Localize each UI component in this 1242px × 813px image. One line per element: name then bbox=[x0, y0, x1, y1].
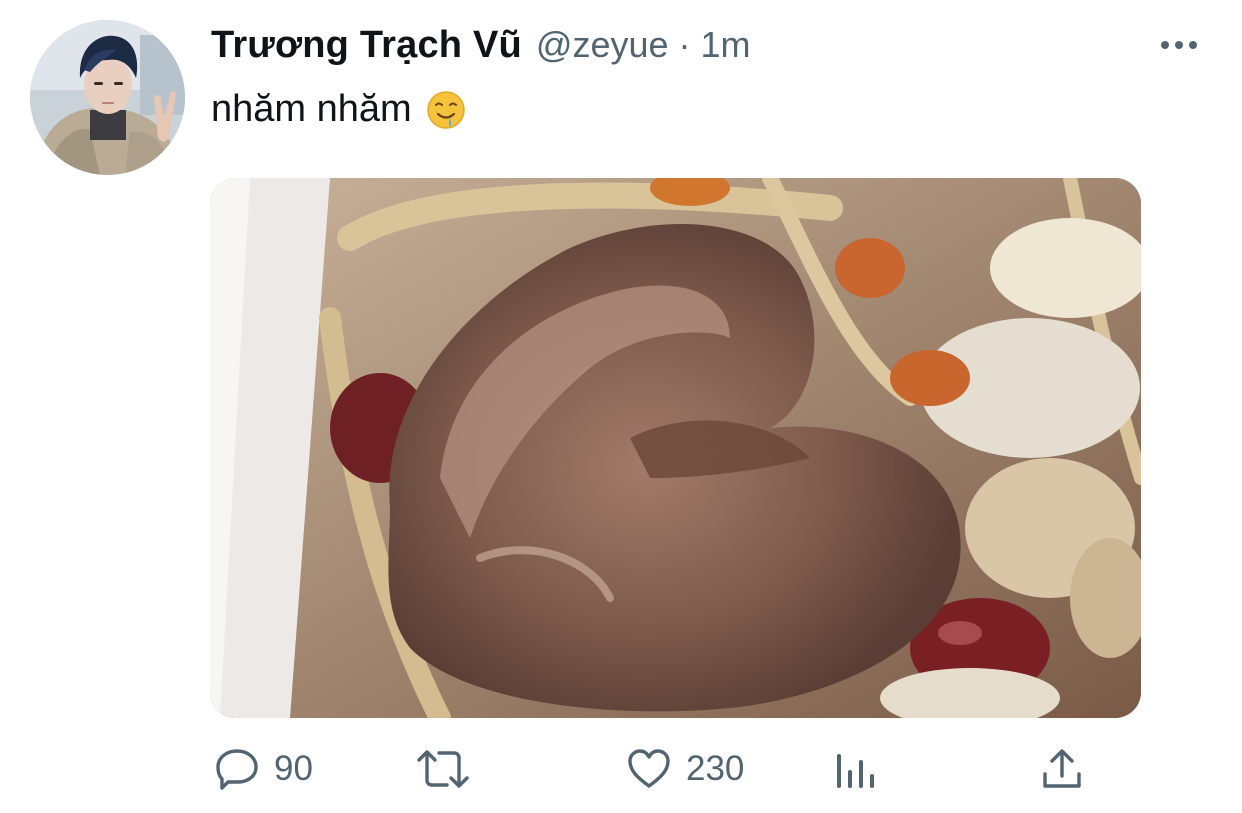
avatar-image bbox=[30, 20, 185, 175]
more-horizontal-icon bbox=[1161, 41, 1197, 49]
author-handle[interactable]: @zeyue bbox=[536, 24, 669, 66]
reply-icon bbox=[216, 749, 258, 790]
tweet-text: nhăm nhăm bbox=[211, 88, 466, 131]
share-icon bbox=[1043, 749, 1081, 788]
tweet-card: Trương Trạch Vũ @zeyue · 1m nhăm nhăm 90… bbox=[0, 0, 1242, 813]
like-count: 230 bbox=[686, 749, 745, 788]
reply-count: 90 bbox=[274, 749, 313, 788]
retweet-button[interactable] bbox=[415, 736, 485, 802]
reply-button[interactable]: 90 bbox=[214, 736, 313, 802]
tweet-media-photo[interactable] bbox=[210, 178, 1141, 718]
like-button[interactable]: 230 bbox=[626, 736, 744, 802]
views-button[interactable] bbox=[834, 736, 876, 802]
avatar[interactable] bbox=[30, 20, 185, 175]
like-icon bbox=[628, 749, 670, 788]
author-display-name[interactable]: Trương Trạch Vũ bbox=[211, 24, 522, 67]
tweet-body: nhăm nhăm bbox=[211, 88, 412, 130]
tweet-timestamp[interactable]: 1m bbox=[701, 24, 751, 66]
more-options-button[interactable] bbox=[1156, 30, 1202, 60]
food-photo bbox=[210, 178, 1141, 718]
share-button[interactable] bbox=[1040, 736, 1084, 802]
tweet-action-bar: 90 230 bbox=[0, 736, 1242, 802]
drooling-face-emoji bbox=[426, 90, 466, 130]
separator-dot: · bbox=[678, 24, 691, 65]
retweet-icon bbox=[417, 750, 469, 788]
views-icon bbox=[837, 754, 874, 788]
tweet-header: Trương Trạch Vũ @zeyue · 1m bbox=[211, 24, 751, 70]
